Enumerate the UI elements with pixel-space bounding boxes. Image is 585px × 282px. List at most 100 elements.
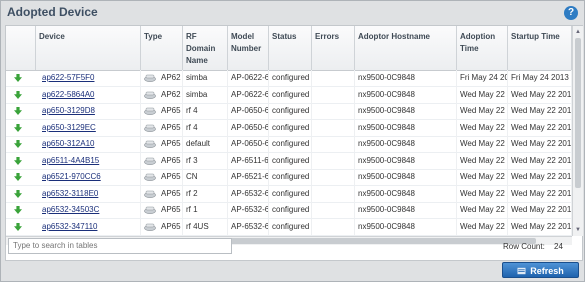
cell-device[interactable]: ap622-5864A0 <box>36 86 141 103</box>
device-link[interactable]: ap6532-3118E0 <box>42 189 98 198</box>
type-label: AP65 <box>161 122 181 132</box>
cell-device[interactable]: ap6532-347110 <box>36 218 141 235</box>
cell-rf: rf 4 <box>183 119 228 136</box>
cell-type: AP65 <box>141 136 183 152</box>
cell-device[interactable]: ap6532-34503C <box>36 202 141 218</box>
green-down-arrow-icon <box>14 222 22 231</box>
cell-status: configured <box>269 218 312 235</box>
cell-adoption: Wed May 22 2 <box>457 152 508 169</box>
cell-rf: rf 1 <box>183 202 228 218</box>
cell-model: AP-6511-6 <box>228 152 269 169</box>
cell-model: AP-6532-6 <box>228 185 269 202</box>
table-row[interactable]: ap6532-347110 AP65 rf 4US AP-6532-6 configur… <box>6 218 572 236</box>
cell-device[interactable]: ap650-3129D8 <box>36 103 141 119</box>
green-down-arrow-icon <box>14 173 22 181</box>
header-col-startup-time[interactable]: Startup Time <box>508 26 572 70</box>
cell-adoption: Wed May 22 2 <box>457 86 508 103</box>
refresh-label: Refresh <box>530 266 564 276</box>
help-icon[interactable]: ? <box>564 6 578 20</box>
device-link[interactable]: ap6521-970CC6 <box>42 172 101 181</box>
cell-errors <box>312 185 355 202</box>
device-link[interactable]: ap650-312A10 <box>42 139 95 148</box>
header-col-device[interactable]: Device <box>36 26 141 70</box>
access-point-icon <box>144 107 156 115</box>
header-col-errors[interactable]: Errors <box>312 26 355 70</box>
table-row[interactable]: ap6511-4A4B15 AP65 rf 3 AP-6511-6 configured… <box>6 152 572 170</box>
cell-model: AP-0650-6 <box>228 103 269 119</box>
access-point-icon <box>144 140 156 148</box>
device-link[interactable]: ap6532-347110 <box>42 222 97 231</box>
cell-rf: rf 2 <box>183 185 228 202</box>
header-status-indicator <box>6 26 36 70</box>
device-link[interactable]: ap6511-4A4B15 <box>42 156 99 165</box>
vertical-scroll-thumb[interactable] <box>575 38 581 188</box>
cell-adoption: Wed May 22 2 <box>457 169 508 185</box>
cell-errors <box>312 86 355 103</box>
cell-type: AP62 <box>141 86 183 103</box>
cell-host: nx9500-0C9848 <box>355 86 457 103</box>
device-link[interactable]: ap650-3129D8 <box>42 106 95 115</box>
device-link[interactable]: ap622-57F5F0 <box>42 73 94 82</box>
header-col-status[interactable]: Status <box>269 26 312 70</box>
cell-startup: Wed May 22 2013 <box>508 152 572 169</box>
cell-type: AP65 <box>141 218 183 235</box>
cell-startup: Wed May 22 2013 <box>508 169 572 185</box>
type-label: AP65 <box>161 139 181 148</box>
header-col-model[interactable]: Model Number <box>228 26 269 70</box>
cell-adoption: Wed May 22 2 <box>457 185 508 202</box>
table-row[interactable]: ap650-3129D8 AP65 rf 4 AP-0650-6 configured n… <box>6 103 572 120</box>
refresh-button[interactable]: Refresh <box>502 262 579 278</box>
header-col-adoptor-hostname[interactable]: Adoptor Hostname <box>355 26 457 70</box>
header-col-type[interactable]: Type <box>141 26 183 70</box>
green-down-arrow-icon <box>14 189 22 198</box>
cell-host: nx9500-0C9848 <box>355 169 457 185</box>
cell-startup: Wed May 22 2013 <box>508 218 572 235</box>
table-row[interactable]: ap6532-3118E0 AP65 rf 2 AP-6532-6 configured… <box>6 185 572 203</box>
scroll-down-icon[interactable]: ▼ <box>574 226 582 234</box>
access-point-icon <box>144 173 156 181</box>
cell-errors <box>312 103 355 119</box>
cell-status: configured <box>269 103 312 119</box>
table-search-input[interactable] <box>8 238 232 254</box>
cell-host: nx9500-0C9848 <box>355 202 457 218</box>
cell-host: nx9500-0C9848 <box>355 103 457 119</box>
cell-model: AP-6521-6 <box>228 169 269 185</box>
access-point-icon <box>144 223 156 231</box>
cell-errors <box>312 136 355 152</box>
cell-type: AP65 <box>141 152 183 169</box>
cell-adoption: Wed May 22 2 <box>457 119 508 136</box>
table-row[interactable]: ap6532-34503C AP65 rf 1 AP-6532-6 configured… <box>6 202 572 219</box>
header-col-adoption-time[interactable]: Adoption Time <box>457 26 508 70</box>
cell-startup: Wed May 22 2013 <box>508 136 572 152</box>
table-header: Device Type RF Domain Name Model Number Stat… <box>6 26 572 71</box>
scroll-up-icon[interactable]: ▲ <box>574 28 582 36</box>
adopted-device-panel: Adopted Device ? Device Type RF Domain Nam… <box>0 0 585 282</box>
type-label: AP65 <box>161 106 181 115</box>
cell-device[interactable]: ap6521-970CC6 <box>36 169 141 185</box>
cell-device[interactable]: ap622-57F5F0 <box>36 70 141 86</box>
cell-type: AP65 <box>141 103 183 119</box>
header-col-rf-domain[interactable]: RF Domain Name <box>183 26 228 70</box>
vertical-scrollbar[interactable]: ▲ ▼ <box>572 26 583 236</box>
cell-errors <box>312 202 355 218</box>
table-row[interactable]: ap650-3129EC AP65 rf 4 AP-0650-6 configured n… <box>6 119 572 137</box>
access-point-icon <box>144 206 156 214</box>
table-row[interactable]: ap622-5864A0 AP62 simba AP-0622-6 configured… <box>6 86 572 104</box>
cell-device[interactable]: ap6532-3118E0 <box>36 185 141 202</box>
cell-device[interactable]: ap6511-4A4B15 <box>36 152 141 169</box>
cell-model: AP-6532-6 <box>228 218 269 235</box>
panel-titlebar: Adopted Device ? <box>1 1 584 23</box>
cell-errors <box>312 70 355 86</box>
device-link[interactable]: ap6532-34503C <box>42 205 99 214</box>
device-link[interactable]: ap650-3129EC <box>42 123 96 132</box>
cell-device[interactable]: ap650-3129EC <box>36 119 141 136</box>
green-down-arrow-icon <box>14 140 22 148</box>
table-container: Device Type RF Domain Name Model Number Stat… <box>5 25 583 261</box>
table-row[interactable]: ap622-57F5F0 AP62 simba AP-0622-6 configured… <box>6 70 572 87</box>
device-link[interactable]: ap622-5864A0 <box>42 90 95 99</box>
cell-device[interactable]: ap650-312A10 <box>36 136 141 152</box>
type-label: AP65 <box>161 172 181 181</box>
table-row[interactable]: ap6521-970CC6 AP65 CN AP-6521-6 configured nx… <box>6 169 572 186</box>
type-label: AP65 <box>161 221 181 231</box>
table-row[interactable]: ap650-312A10 AP65 default AP-0650-6 configur… <box>6 136 572 153</box>
